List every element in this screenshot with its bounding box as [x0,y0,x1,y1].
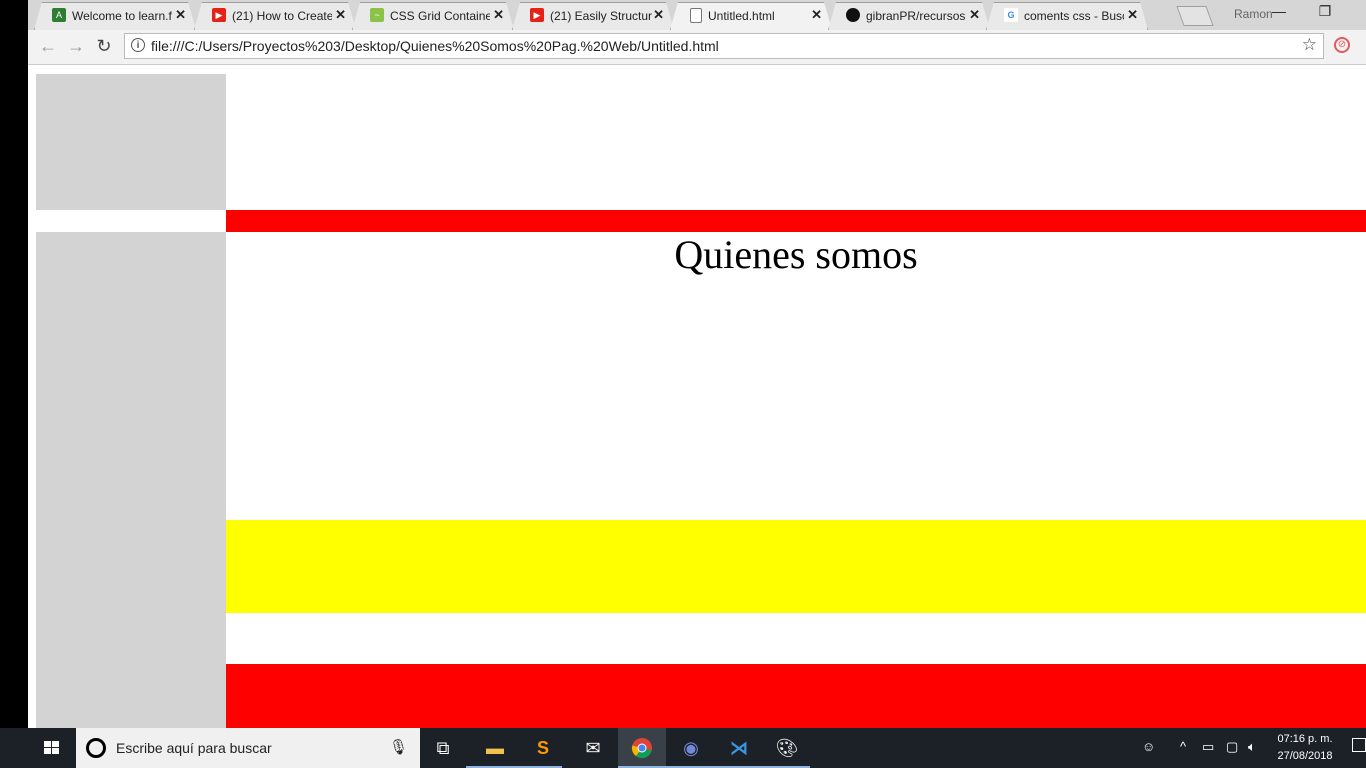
chevron-up-icon[interactable]: ^ [1180,739,1186,754]
discord-icon[interactable]: ◉ [674,734,708,762]
close-icon[interactable]: ✕ [175,7,186,23]
clock-time: 07:16 p. m. [1277,733,1333,745]
page-viewport: Quienes somos [28,65,1366,728]
search-placeholder: Escribe aquí para buscar [116,740,272,756]
close-icon[interactable]: ✕ [969,7,980,23]
tab-title: (21) How to Create [232,9,332,23]
learn-favicon-icon: A [52,8,66,22]
file-favicon-icon [690,8,702,23]
chrome-icon[interactable] [624,734,660,762]
google-favicon-icon: G [1004,8,1018,22]
battery-icon[interactable]: ▭ [1202,739,1214,755]
youtube-favicon-icon: ▶ [212,8,226,22]
reload-icon[interactable]: ↻ [92,36,116,57]
back-arrow-icon[interactable]: ← [36,36,60,57]
tab-css-grid[interactable]: ~ CSS Grid Containe ✕ [352,2,514,30]
task-view-icon[interactable]: ⧉ [426,734,460,762]
tab-coments-css[interactable]: G coments css - Busc ✕ [986,2,1148,30]
new-tab-button[interactable] [1176,6,1214,26]
codepen-favicon-icon: ~ [370,8,384,22]
close-icon[interactable]: ✕ [811,7,822,23]
red-bar-bottom [226,664,1366,728]
forward-arrow-icon[interactable]: → [64,36,88,57]
sublime-text-icon[interactable]: S [526,734,560,762]
tab-strip: A Welcome to learn.f ✕ ▶ (21) How to Cre… [28,0,1366,30]
info-icon[interactable]: i [131,38,145,52]
tab-easily-structure[interactable]: ▶ (21) Easily Structur ✕ [512,2,674,30]
browser-toolbar: ← → ↻ i file:///C:/Users/Proyectos%203/D… [28,30,1366,65]
left-black-strip [0,0,28,728]
github-favicon-icon [846,8,860,22]
close-icon[interactable]: ✕ [335,7,346,23]
minimize-icon[interactable]: — [1264,3,1294,19]
mail-icon[interactable]: ✉ [576,734,610,762]
tab-untitled[interactable]: Untitled.html ✕ [670,2,832,30]
microphone-icon[interactable]: 🎙︎ [389,738,408,756]
tab-title: gibranPR/recursos [866,9,966,23]
notification-center-icon[interactable] [1352,738,1366,752]
taskbar-search-box[interactable]: Escribe aquí para buscar 🎙︎ [76,728,420,768]
tab-title: coments css - Busc [1024,9,1124,23]
tab-gibran-recursos[interactable]: gibranPR/recursos ✕ [828,2,990,30]
tab-title: (21) Easily Structur [550,9,653,23]
restore-icon[interactable]: ❐ [1310,3,1340,20]
cortana-icon [86,738,106,758]
address-url[interactable]: file:///C:/Users/Proyectos%203/Desktop/Q… [151,38,719,54]
vscode-icon[interactable]: ⋊ [722,734,756,762]
tab-how-to-create[interactable]: ▶ (21) How to Create ✕ [194,2,356,30]
extension-icon[interactable]: ⊘ [1334,37,1350,53]
bookmark-star-icon[interactable]: ☆ [1302,35,1317,55]
youtube-favicon-icon: ▶ [530,8,544,22]
windows-start-icon[interactable] [28,728,76,768]
close-icon[interactable]: ✕ [493,7,504,23]
tab-title: Untitled.html [708,9,775,23]
paint-icon[interactable]: 🎨︎ [770,734,804,762]
page-title: Quienes somos [674,232,918,277]
gray-sidebar [36,232,226,728]
tab-welcome[interactable]: A Welcome to learn.f ✕ [34,2,196,30]
network-icon[interactable]: ▢ [1226,739,1238,755]
tab-title: CSS Grid Containe [390,9,490,23]
file-explorer-icon[interactable]: ▬ [478,734,512,762]
taskbar: Escribe aquí para buscar 🎙︎ ⧉ ▬ S ✉ ◉ ⋊ … [0,728,1366,768]
clock-date: 27/08/2018 [1277,750,1333,762]
people-icon[interactable]: ☺ [1142,739,1155,754]
gray-box-top [36,74,226,210]
yellow-bar [226,520,1366,613]
close-icon[interactable]: ✕ [1127,7,1138,23]
close-icon[interactable]: ✕ [653,7,664,23]
address-bar[interactable]: i file:///C:/Users/Proyectos%203/Desktop… [124,33,1324,59]
tab-title: Welcome to learn.f [72,9,172,23]
system-clock[interactable]: 07:16 p. m. 27/08/2018 [1272,731,1338,765]
red-bar-top [226,210,1366,232]
volume-icon[interactable]: 🔈︎ [1248,739,1256,755]
